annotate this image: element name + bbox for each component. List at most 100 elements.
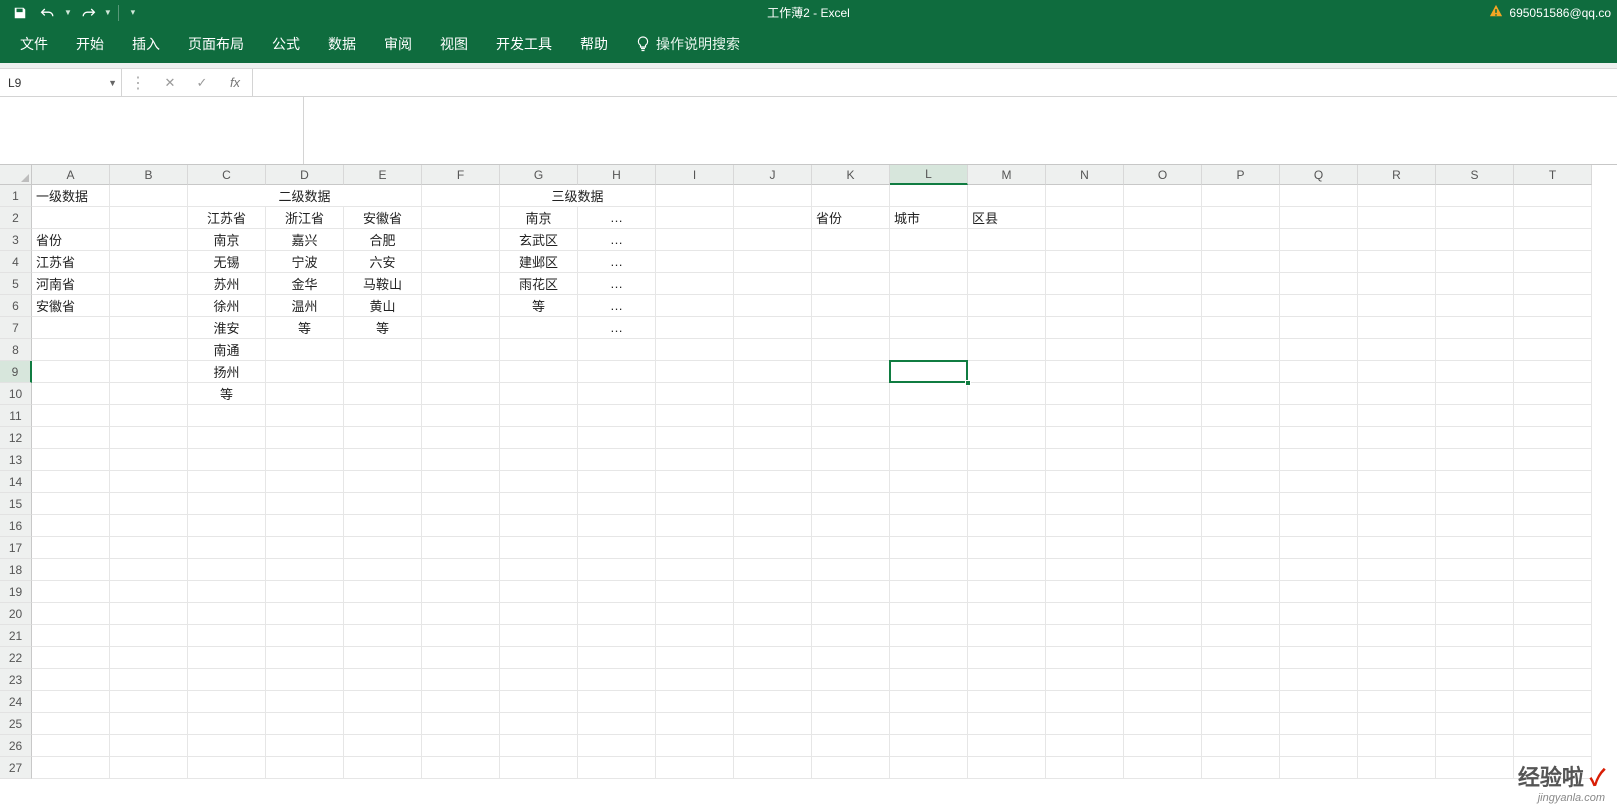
cell[interactable] (734, 691, 812, 713)
cell[interactable]: 南京 (500, 207, 578, 229)
cell[interactable] (266, 405, 344, 427)
cell[interactable] (1124, 493, 1202, 515)
cell[interactable] (812, 185, 890, 207)
cell[interactable] (344, 757, 422, 779)
cell[interactable] (812, 691, 890, 713)
cell[interactable] (1514, 383, 1592, 405)
enter-button[interactable]: ✓ (186, 75, 218, 91)
cell[interactable] (1046, 515, 1124, 537)
cell[interactable] (1436, 207, 1514, 229)
cell[interactable] (968, 471, 1046, 493)
cell[interactable] (110, 317, 188, 339)
row-header[interactable]: 2 (0, 207, 32, 229)
cell[interactable] (734, 669, 812, 691)
cell[interactable] (32, 427, 110, 449)
column-header[interactable]: E (344, 165, 422, 185)
cell[interactable] (422, 273, 500, 295)
cell[interactable] (734, 339, 812, 361)
cell[interactable] (890, 251, 968, 273)
cell[interactable] (110, 757, 188, 779)
cell[interactable] (890, 493, 968, 515)
cell[interactable] (266, 713, 344, 735)
cell[interactable] (1436, 185, 1514, 207)
column-header[interactable]: N (1046, 165, 1124, 185)
cell[interactable] (500, 559, 578, 581)
cell[interactable] (188, 537, 266, 559)
cell[interactable] (1280, 339, 1358, 361)
cell[interactable] (890, 537, 968, 559)
cell[interactable] (890, 339, 968, 361)
cell[interactable] (1124, 383, 1202, 405)
cell[interactable] (32, 361, 110, 383)
cell[interactable] (578, 427, 656, 449)
cell[interactable] (32, 559, 110, 581)
cell[interactable] (1046, 581, 1124, 603)
cell[interactable] (890, 317, 968, 339)
cell[interactable] (812, 713, 890, 735)
cell[interactable]: 宁波 (266, 251, 344, 273)
cell[interactable] (110, 229, 188, 251)
cell[interactable] (1202, 559, 1280, 581)
cell[interactable] (1202, 229, 1280, 251)
cell[interactable] (110, 383, 188, 405)
cell[interactable] (344, 339, 422, 361)
select-all-corner[interactable] (0, 165, 32, 185)
cell[interactable] (1436, 691, 1514, 713)
cell[interactable] (32, 515, 110, 537)
row-header[interactable]: 3 (0, 229, 32, 251)
cell[interactable] (890, 647, 968, 669)
cell[interactable] (1280, 383, 1358, 405)
cell[interactable] (1124, 669, 1202, 691)
cell[interactable] (1124, 427, 1202, 449)
cell[interactable] (500, 669, 578, 691)
cell[interactable] (422, 471, 500, 493)
ribbon-tab-8[interactable]: 开发工具 (482, 25, 566, 63)
cell[interactable] (890, 713, 968, 735)
cell[interactable] (1358, 515, 1436, 537)
cell[interactable] (32, 581, 110, 603)
cell[interactable] (1280, 669, 1358, 691)
column-header[interactable]: I (656, 165, 734, 185)
cell[interactable]: 一级数据 (32, 185, 110, 207)
cell[interactable] (1046, 251, 1124, 273)
cell[interactable] (1436, 317, 1514, 339)
cell[interactable] (1202, 207, 1280, 229)
cell[interactable] (110, 647, 188, 669)
cell[interactable] (1124, 603, 1202, 625)
cell[interactable] (1358, 713, 1436, 735)
cell[interactable] (890, 581, 968, 603)
row-header[interactable]: 15 (0, 493, 32, 515)
cell[interactable] (1280, 207, 1358, 229)
cell[interactable] (1124, 229, 1202, 251)
cell[interactable] (1358, 251, 1436, 273)
cell[interactable] (344, 537, 422, 559)
cell[interactable] (1202, 405, 1280, 427)
cell[interactable] (500, 405, 578, 427)
cell[interactable] (656, 405, 734, 427)
cell[interactable] (1046, 339, 1124, 361)
cell[interactable] (1514, 603, 1592, 625)
cell[interactable] (812, 273, 890, 295)
cell[interactable] (656, 471, 734, 493)
cell[interactable] (1514, 493, 1592, 515)
cell[interactable] (110, 559, 188, 581)
column-header[interactable]: J (734, 165, 812, 185)
cell[interactable] (656, 361, 734, 383)
cell[interactable] (188, 669, 266, 691)
cell[interactable] (266, 449, 344, 471)
cell[interactable]: 等 (344, 317, 422, 339)
cell[interactable]: 安徽省 (344, 207, 422, 229)
cell[interactable] (1202, 427, 1280, 449)
cell[interactable] (1514, 427, 1592, 449)
cell[interactable]: 城市 (890, 207, 968, 229)
cell[interactable] (734, 383, 812, 405)
cell[interactable] (1202, 449, 1280, 471)
cell[interactable] (1514, 559, 1592, 581)
cell[interactable] (1124, 515, 1202, 537)
cell[interactable] (266, 603, 344, 625)
cell[interactable] (968, 185, 1046, 207)
cell[interactable]: 黄山 (344, 295, 422, 317)
cell[interactable]: 六安 (344, 251, 422, 273)
row-header[interactable]: 10 (0, 383, 32, 405)
cell[interactable]: … (578, 207, 656, 229)
